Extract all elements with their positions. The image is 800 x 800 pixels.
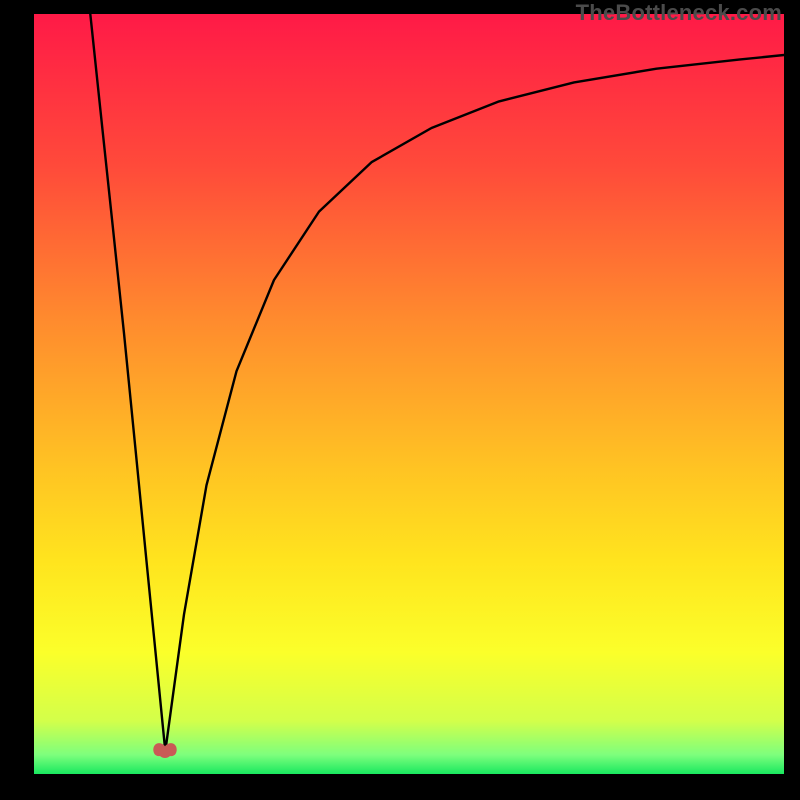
watermark-text: TheBottleneck.com bbox=[576, 0, 782, 26]
optimum-marker bbox=[153, 740, 177, 760]
chart-frame: TheBottleneck.com bbox=[0, 0, 800, 800]
bottleneck-curve bbox=[34, 14, 784, 774]
plot-area bbox=[34, 14, 784, 774]
